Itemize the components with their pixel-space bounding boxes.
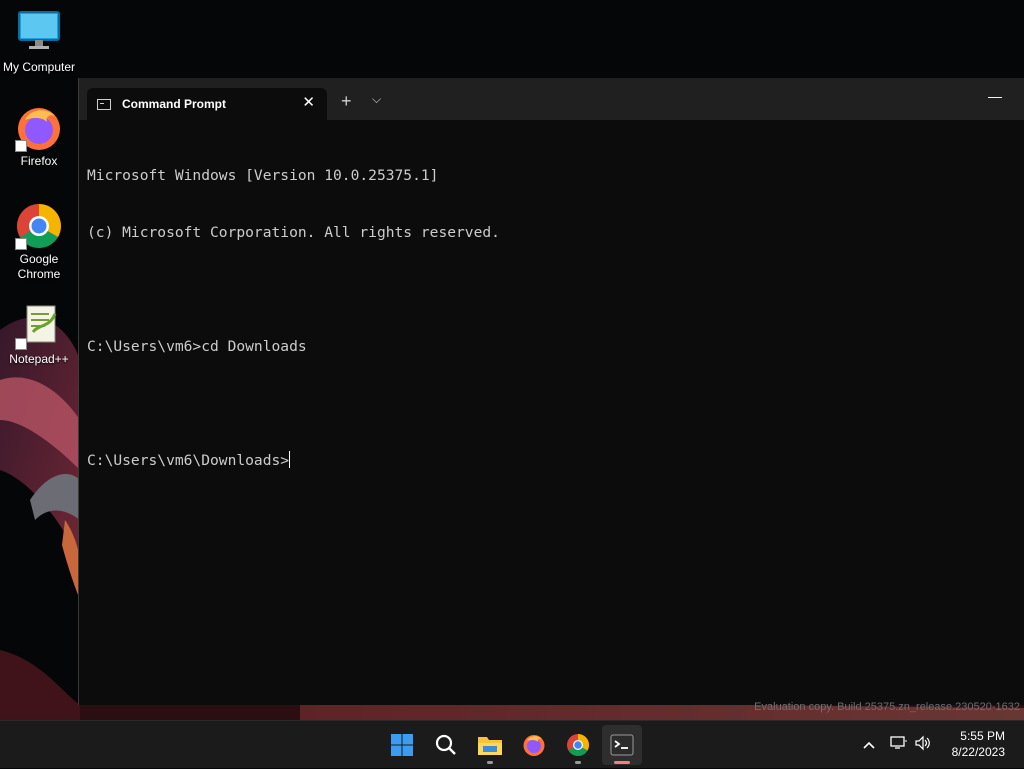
firefox-icon [523,735,545,756]
search-icon [435,734,456,755]
tab-title: Command Prompt [122,97,227,111]
network-icon[interactable] [890,735,908,756]
clock-time: 5:55 PM [960,729,1005,743]
evaluation-watermark: Evaluation copy. Build 25375.zn_release.… [754,701,1020,713]
clock-date: 8/22/2023 [951,745,1005,759]
search-button[interactable] [426,725,466,765]
volume-icon[interactable] [914,735,932,756]
console-line: Microsoft Windows [Version 10.0.25375.1] [87,167,439,184]
system-tray [860,721,932,769]
console-prompt: C:\Users\vm6\Downloads> [87,452,290,469]
monitor-icon [15,10,63,58]
running-indicator [575,761,581,764]
text-cursor [289,451,291,468]
taskbar-chrome[interactable] [558,725,598,765]
desktop-icon-label: Firefox [20,154,58,168]
chevron-up-icon[interactable] [860,736,878,754]
console-output[interactable]: Microsoft Windows [Version 10.0.25375.1]… [87,128,1014,697]
running-indicator [487,761,493,764]
desktop-icon-my-computer[interactable]: My Computer [0,10,78,75]
terminal-icon [610,734,634,756]
clock[interactable]: 5:55 PM 8/22/2023 [952,728,1005,760]
title-bar[interactable]: Command Prompt ✕ + ⌵ — [79,78,1024,120]
desktop-icon-notepad-plus-plus[interactable]: Notepad++ [0,302,78,367]
shortcut-arrow-icon [15,238,27,250]
chevron-down-icon[interactable]: ⌵ [372,92,381,107]
taskbar: 5:55 PM 8/22/2023 [0,720,1024,768]
console-prompt-line[interactable]: C:\Users\vm6\Downloads> [87,451,1014,470]
new-tab-button[interactable]: + [341,91,352,111]
command-prompt-icon [97,98,111,110]
console-line: (c) Microsoft Corporation. All rights re… [87,224,500,241]
desktop-icon-google-chrome[interactable]: Google Chrome [0,202,78,282]
terminal-window[interactable]: Command Prompt ✕ + ⌵ — Microsoft Windows… [78,78,1024,705]
desktop-icon-label: Notepad++ [9,352,69,366]
active-indicator [614,761,630,764]
desktop-icon-label: My Computer [2,60,76,74]
close-tab-icon[interactable]: ✕ [302,94,315,112]
chrome-icon [567,734,589,756]
notepad-plus-plus-icon [15,302,63,350]
tab-command-prompt[interactable]: Command Prompt ✕ [87,88,327,120]
taskbar-terminal[interactable] [602,725,642,765]
start-icon [391,734,413,756]
console-line: C:\Users\vm6>cd Downloads [87,338,307,355]
shortcut-arrow-icon [15,338,27,350]
minimize-button[interactable]: — [988,88,1002,104]
desktop-icon-firefox[interactable]: Firefox [0,104,78,169]
firefox-icon [15,104,63,152]
chrome-icon [15,202,63,250]
shortcut-arrow-icon [15,140,27,152]
taskbar-firefox[interactable] [514,725,554,765]
taskbar-file-explorer[interactable] [470,725,510,765]
file-explorer-icon [478,737,502,755]
start-button[interactable] [382,725,422,765]
desktop-icon-label: Google Chrome [17,252,61,281]
